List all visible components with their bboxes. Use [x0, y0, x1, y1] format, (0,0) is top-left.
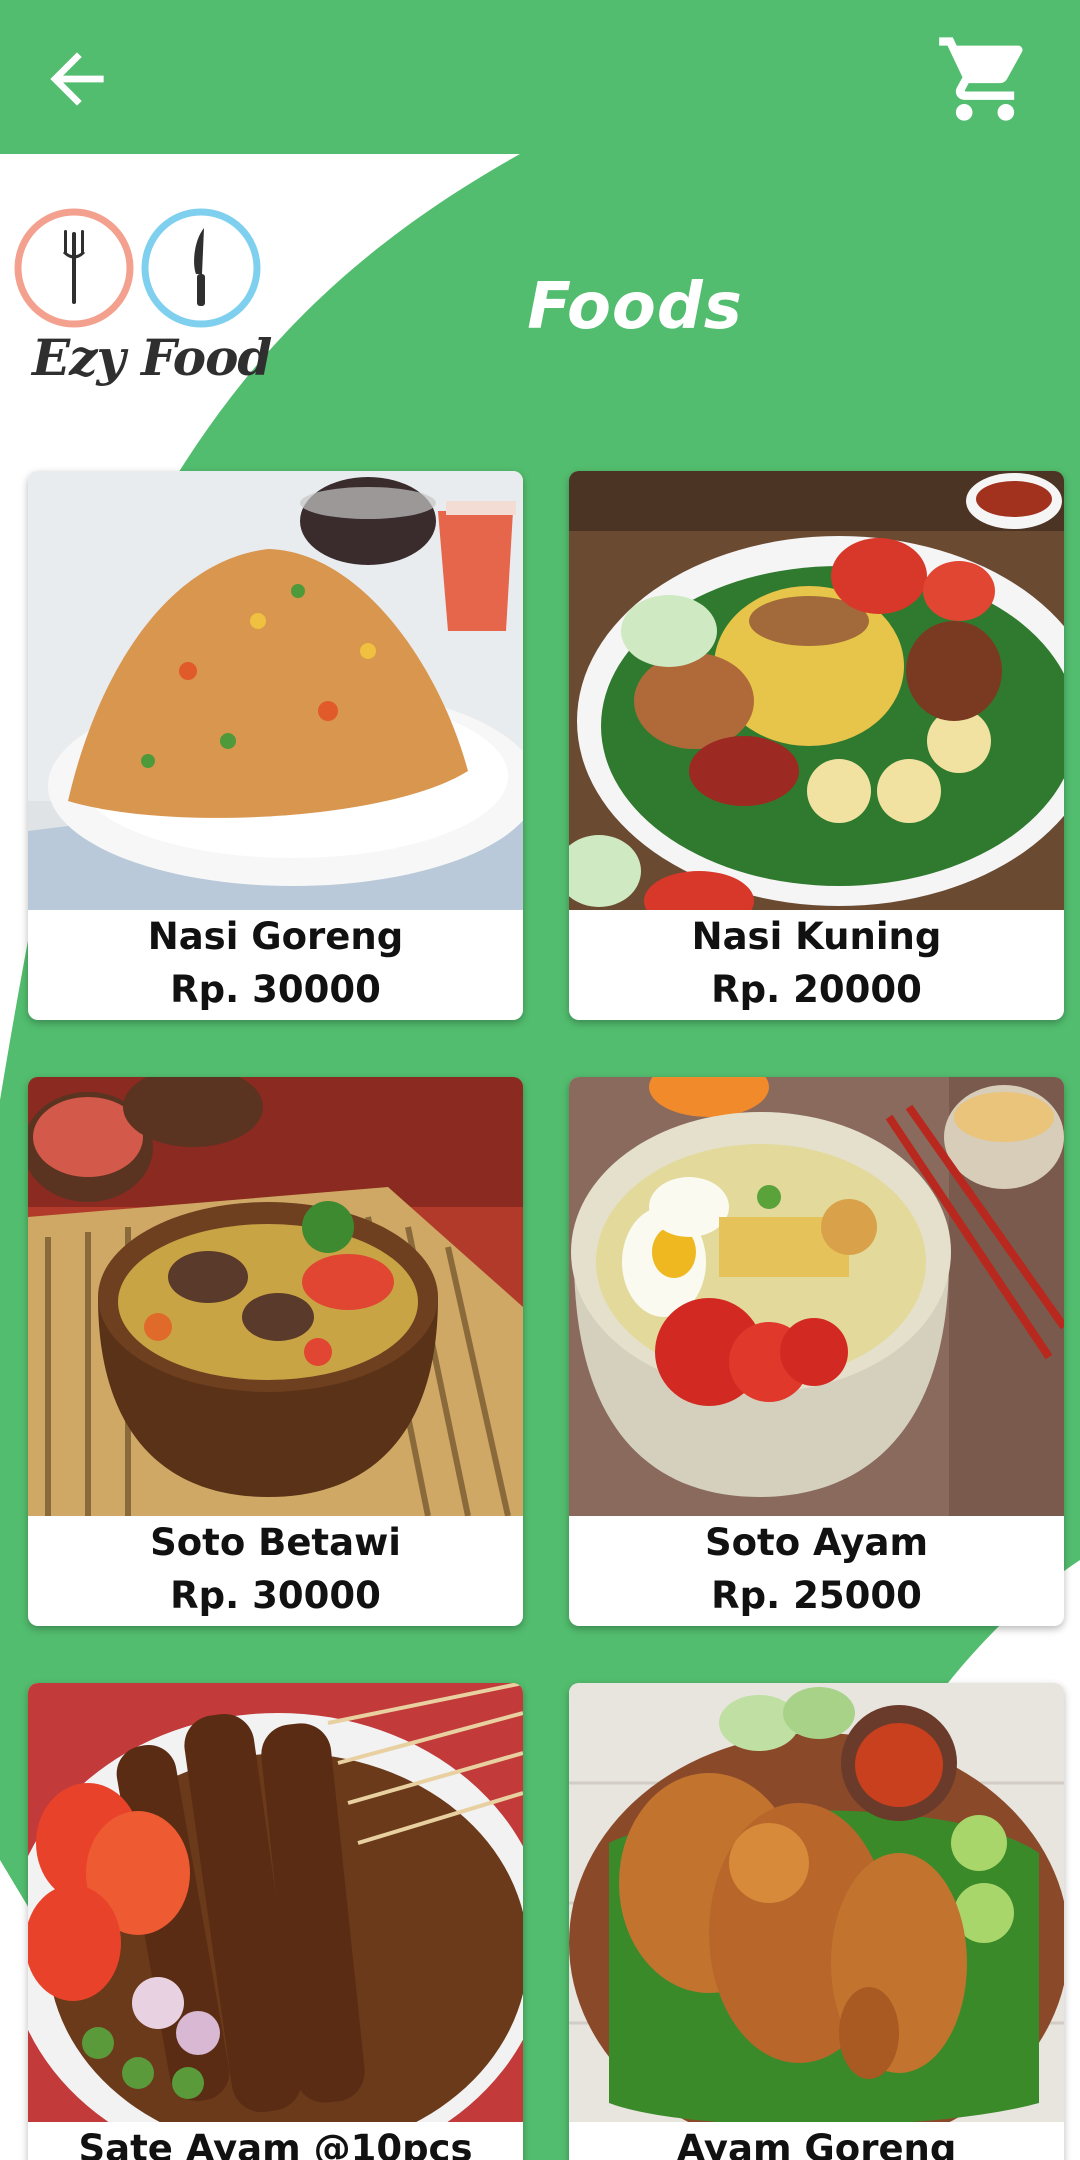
food-name: Nasi Kuning	[691, 915, 942, 958]
sate-ayam-photo	[28, 1683, 523, 2122]
food-name: Soto Betawi	[150, 1521, 401, 1564]
food-name: Nasi Goreng	[147, 915, 404, 958]
food-price: Rp. 20000	[711, 968, 922, 1011]
food-card-nasi-kuning[interactable]: Nasi Kuning Rp. 20000	[569, 471, 1064, 1020]
ezy-food-logo: Ezy Food	[8, 200, 272, 410]
food-name: Sate Ayam @10pcs	[78, 2127, 473, 2160]
arrow-left-icon	[50, 52, 104, 106]
top-app-bar	[0, 0, 1080, 154]
brand-name: Ezy Food	[32, 328, 272, 387]
food-card-sate-ayam[interactable]: Sate Ayam @10pcs	[28, 1683, 523, 2160]
food-card-soto-betawi[interactable]: Soto Betawi Rp. 30000	[28, 1077, 523, 1626]
soto-betawi-photo	[28, 1077, 523, 1516]
food-card-soto-ayam[interactable]: Soto Ayam Rp. 25000	[569, 1077, 1064, 1626]
back-button[interactable]	[30, 32, 124, 126]
food-card-ayam-goreng[interactable]: Ayam Goreng	[569, 1683, 1064, 2160]
food-card-nasi-goreng[interactable]: Nasi Goreng Rp. 30000	[28, 471, 523, 1020]
food-price: Rp. 25000	[711, 1574, 922, 1617]
soto-ayam-photo	[569, 1077, 1064, 1516]
fork-logo-icon	[14, 208, 261, 328]
nasi-goreng-photo	[28, 471, 523, 910]
food-name: Ayam Goreng	[676, 2127, 957, 2160]
shopping-cart-icon	[939, 37, 1023, 121]
food-price: Rp. 30000	[170, 1574, 381, 1617]
nasi-kuning-photo	[569, 471, 1064, 910]
cart-button[interactable]	[930, 24, 1040, 134]
food-name: Soto Ayam	[704, 1521, 928, 1564]
app-screen: Ezy Food Foods Nasi Goreng Rp. 30000 Nas…	[0, 0, 1080, 2160]
ayam-goreng-photo	[569, 1683, 1064, 2122]
food-price: Rp. 30000	[170, 968, 381, 1011]
page-title: Foods	[527, 270, 743, 344]
